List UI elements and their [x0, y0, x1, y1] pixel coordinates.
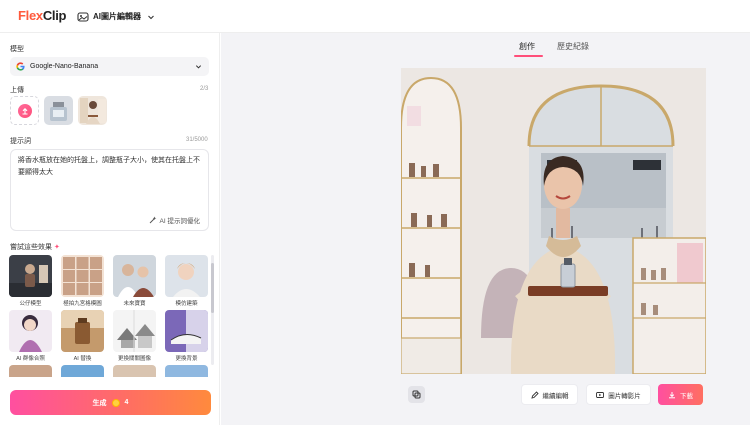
effects-label: 嘗試這些效果 ✦	[10, 244, 60, 251]
tab-history[interactable]: 歷史紀錄	[557, 41, 589, 52]
tab-create[interactable]: 創作	[519, 41, 535, 52]
uploaded-thumbnail-woman[interactable]	[78, 96, 107, 125]
effect-replace[interactable]: AI 替換	[61, 310, 104, 362]
download-icon	[669, 391, 675, 398]
top-bar: FlexClip AI圖片編輯器	[0, 0, 750, 33]
generated-image[interactable]	[401, 68, 706, 374]
generate-cost: 4	[124, 399, 129, 406]
magic-wand-icon	[149, 216, 156, 224]
uploaded-thumbnail-perfume[interactable]	[44, 96, 73, 125]
compare-icon[interactable]	[408, 386, 425, 403]
generate-label: 生成	[92, 399, 107, 407]
effects-grid: 公仔模型 極拍九宮格模圖 未來寶寶 模仿建築 AI 群像合照 AI 替換 更換關…	[9, 255, 209, 377]
image-edit-icon	[77, 11, 89, 22]
continue-edit-button[interactable]: 繼續編輯	[521, 384, 578, 405]
model-value: Google-Nano-Banana	[30, 63, 99, 70]
upload-label: 上傳	[10, 87, 24, 94]
ai-optimize-label: AI 提示詞優化	[159, 218, 200, 225]
prompt-count: 31/5000	[186, 137, 208, 143]
effect-future-baby[interactable]: 未來寶寶	[113, 255, 156, 307]
upload-count: 2/3	[200, 86, 209, 92]
image-to-video-button[interactable]: 圖片轉影片	[586, 384, 651, 405]
prompt-text: 將香水瓶放在她的托盤上，調整瓶子大小，使其在托盤上不要顯得太大	[18, 157, 200, 176]
effect-more-1[interactable]	[9, 365, 52, 377]
effects-scrollbar[interactable]	[211, 255, 214, 365]
effect-more-3[interactable]	[113, 365, 156, 377]
effect-replace-image[interactable]: 更換關關圖像	[113, 310, 156, 362]
effect-change-background[interactable]: 更換背景	[165, 310, 208, 362]
prompt-label: 提示詞	[10, 138, 31, 145]
model-select[interactable]: Google-Nano-Banana	[10, 57, 209, 76]
upload-button[interactable]	[10, 96, 39, 125]
credit-coin-icon	[111, 398, 120, 407]
active-tab-indicator	[514, 55, 543, 57]
effect-figurine[interactable]: 公仔模型	[9, 255, 52, 307]
result-tabs: 創作 歷史紀錄	[221, 33, 750, 59]
download-button[interactable]: 下載	[658, 384, 703, 405]
effect-architecture[interactable]: 模仿建築	[165, 255, 208, 307]
flexclip-logo[interactable]: FlexClip	[18, 8, 66, 23]
result-area: 創作 歷史紀錄 繼續編輯 圖片轉影片 下載	[221, 33, 750, 425]
video-icon	[596, 391, 605, 398]
pencil-icon	[530, 390, 539, 399]
effect-group-photo[interactable]: AI 群像合照	[9, 310, 52, 362]
tool-switcher[interactable]: AI圖片編輯器	[77, 8, 155, 25]
effect-more-2[interactable]	[61, 365, 104, 377]
google-icon	[16, 62, 25, 71]
generate-button[interactable]: 生成 4	[10, 390, 211, 415]
effect-nine-grid[interactable]: 極拍九宮格模圖	[61, 255, 104, 307]
ai-optimize-button[interactable]: AI 提示詞優化	[149, 215, 200, 225]
chevron-down-icon	[195, 65, 202, 69]
chevron-down-icon	[148, 15, 154, 19]
effect-more-4[interactable]	[165, 365, 208, 377]
upload-icon	[17, 103, 32, 118]
tool-name: AI圖片編輯器	[93, 12, 141, 21]
model-label: 模型	[10, 46, 24, 53]
left-panel: 模型 Google-Nano-Banana 上傳 2/3 提示詞 31/5000…	[0, 33, 220, 425]
prompt-textarea[interactable]: 將香水瓶放在她的托盤上，調整瓶子大小，使其在托盤上不要顯得太大 AI 提示詞優化	[10, 149, 209, 231]
upload-row	[10, 96, 107, 125]
